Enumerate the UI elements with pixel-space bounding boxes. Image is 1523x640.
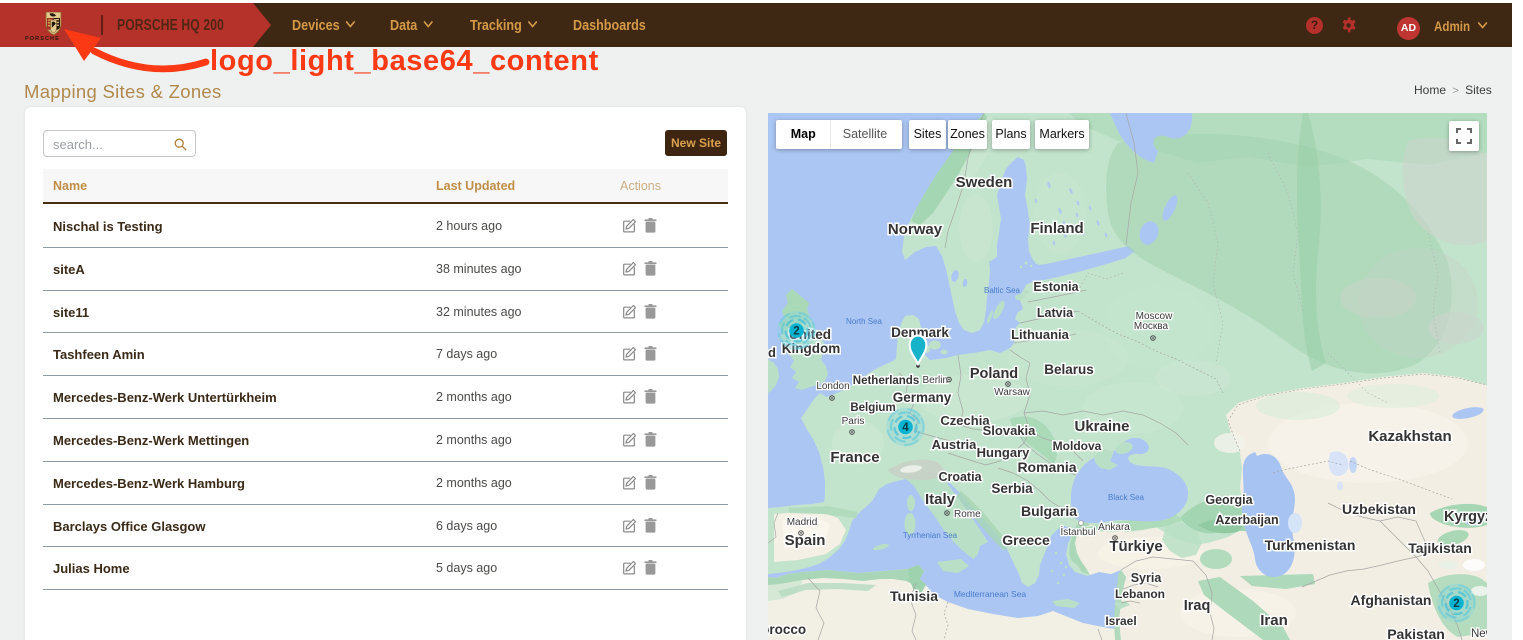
svg-text:nd: nd bbox=[768, 345, 776, 360]
svg-text:Poland: Poland bbox=[970, 366, 1018, 382]
svg-text:Moldova: Moldova bbox=[1053, 439, 1102, 453]
svg-text:Ankara: Ankara bbox=[1098, 522, 1130, 533]
svg-text:Georgia: Georgia bbox=[1205, 493, 1253, 507]
svg-text:Azerbaijan: Azerbaijan bbox=[1215, 513, 1278, 527]
svg-text:Bulgaria: Bulgaria bbox=[1021, 503, 1077, 519]
svg-text:Tyrrhenian Sea: Tyrrhenian Sea bbox=[903, 531, 958, 540]
svg-text:Turkmenistan: Turkmenistan bbox=[1265, 537, 1356, 553]
svg-text:France: France bbox=[830, 449, 879, 466]
svg-text:Ukraine: Ukraine bbox=[1074, 418, 1129, 435]
svg-text:4: 4 bbox=[902, 422, 909, 434]
svg-text:Baltic Sea: Baltic Sea bbox=[984, 286, 1021, 295]
svg-text:Lithuania: Lithuania bbox=[1011, 327, 1070, 342]
svg-text:Romania: Romania bbox=[1017, 459, 1076, 475]
svg-text:Hungary: Hungary bbox=[977, 445, 1031, 460]
svg-text:Afghanistan: Afghanistan bbox=[1351, 592, 1432, 608]
svg-text:Türkiye: Türkiye bbox=[1109, 538, 1162, 555]
svg-text:Iran: Iran bbox=[1260, 612, 1288, 629]
svg-text:Italy: Italy bbox=[925, 491, 956, 508]
svg-text:Pakistan: Pakistan bbox=[1387, 626, 1445, 640]
svg-text:Israel: Israel bbox=[1105, 614, 1136, 628]
svg-text:Mediterranean Sea: Mediterranean Sea bbox=[954, 589, 1027, 599]
svg-text:2: 2 bbox=[793, 326, 799, 338]
svg-text:Uzbekistan: Uzbekistan bbox=[1342, 501, 1416, 517]
svg-text:Greece: Greece bbox=[1002, 532, 1050, 548]
svg-text:Sweden: Sweden bbox=[956, 174, 1013, 191]
svg-text:Belgium: Belgium bbox=[850, 402, 895, 414]
svg-text:Serbia: Serbia bbox=[991, 481, 1033, 496]
svg-text:North Sea: North Sea bbox=[846, 317, 883, 326]
svg-text:Black Sea: Black Sea bbox=[1108, 493, 1145, 502]
svg-text:Morocco: Morocco bbox=[768, 622, 806, 637]
svg-text:Kyrgyzstan: Kyrgyzstan bbox=[1444, 509, 1487, 525]
svg-text:Syria: Syria bbox=[1131, 571, 1163, 585]
svg-text:Croatia: Croatia bbox=[938, 470, 982, 484]
svg-text:Rome: Rome bbox=[954, 509, 981, 520]
svg-text:Tajikistan: Tajikistan bbox=[1408, 540, 1472, 556]
svg-text:Finland: Finland bbox=[1030, 220, 1083, 237]
svg-text:Tunisia: Tunisia bbox=[890, 588, 938, 604]
svg-text:Kazakhstan: Kazakhstan bbox=[1368, 428, 1451, 445]
svg-text:Warsaw: Warsaw bbox=[994, 387, 1031, 398]
svg-text:Москва: Москва bbox=[1134, 321, 1169, 332]
svg-text:Madrid: Madrid bbox=[787, 517, 818, 528]
svg-text:Austria: Austria bbox=[932, 437, 978, 452]
svg-text:Berlin: Berlin bbox=[923, 375, 949, 386]
svg-text:Estonia: Estonia bbox=[1033, 280, 1079, 294]
svg-text:Germany: Germany bbox=[893, 390, 952, 405]
svg-text:Spain: Spain bbox=[785, 532, 826, 549]
svg-text:Latvia: Latvia bbox=[1037, 306, 1074, 320]
svg-text:Paris: Paris bbox=[842, 416, 865, 427]
svg-text:London: London bbox=[816, 381, 849, 392]
svg-text:Lebanon: Lebanon bbox=[1115, 587, 1165, 601]
svg-text:New: New bbox=[1471, 628, 1487, 640]
svg-text:2: 2 bbox=[1453, 598, 1459, 610]
svg-text:Slovakia: Slovakia bbox=[983, 423, 1037, 438]
svg-text:İstanbul: İstanbul bbox=[1060, 525, 1095, 538]
svg-text:Iraq: Iraq bbox=[1184, 598, 1211, 614]
svg-text:Belarus: Belarus bbox=[1044, 362, 1094, 377]
svg-text:Norway: Norway bbox=[888, 221, 943, 238]
svg-text:Netherlands: Netherlands bbox=[853, 375, 919, 387]
